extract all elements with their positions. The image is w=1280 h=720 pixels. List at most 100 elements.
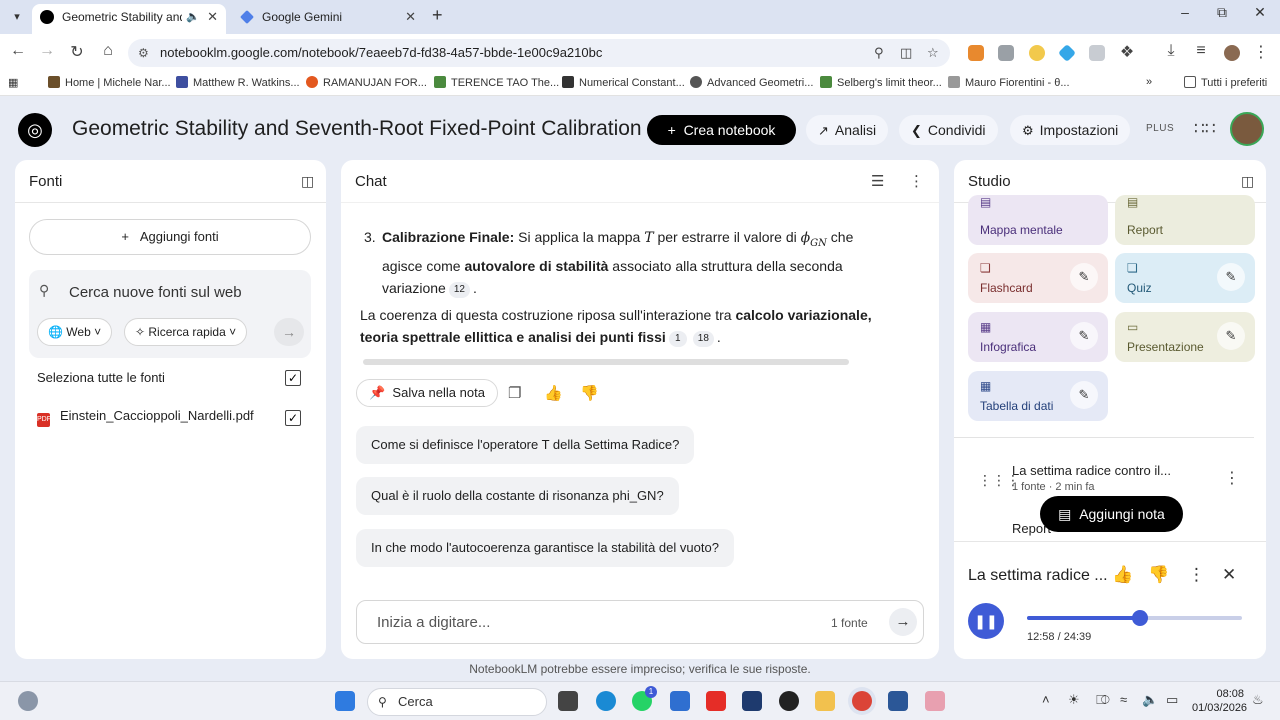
edit-pencil-icon[interactable]: ✎	[1070, 322, 1098, 350]
minimize-icon[interactable]: –	[1170, 4, 1200, 20]
windows-start-icon[interactable]	[335, 691, 355, 711]
notebooklm-logo-icon[interactable]: ◎	[18, 113, 52, 147]
file-explorer-icon[interactable]	[815, 691, 835, 711]
window-close-icon[interactable]: ✕	[1245, 4, 1275, 21]
notifications-bell-icon[interactable]: ♨	[1252, 692, 1264, 708]
bookmark-item[interactable]: Selberg's limit theor...	[820, 76, 942, 89]
bookmark-item[interactable]: TERENCE TAO The...	[434, 76, 559, 89]
avatar[interactable]	[1230, 112, 1264, 146]
tray-app-icon[interactable]: ☀	[1068, 692, 1080, 708]
extensions-puzzle-icon[interactable]: ❖	[1116, 42, 1138, 62]
chrome-icon[interactable]	[852, 691, 872, 711]
tile-infographic[interactable]: ▦ Infografica ✎	[968, 312, 1108, 362]
download-extension-icon[interactable]	[1089, 45, 1105, 61]
tile-mind-map[interactable]: ▤ Mappa mentale	[968, 195, 1108, 245]
add-sources-button[interactable]: + Aggiungi fonti	[29, 219, 311, 255]
tile-presentation[interactable]: ▭ Presentazione ✎	[1115, 312, 1255, 362]
save-to-note-button[interactable]: 📌 Salva nella nota	[356, 379, 498, 407]
store-icon[interactable]	[742, 691, 762, 711]
more-options-icon[interactable]: ⋮	[909, 172, 924, 190]
suggested-question[interactable]: Qual è il ruolo della costante di risona…	[356, 477, 679, 515]
thumbs-down-icon[interactable]: 👎	[1148, 565, 1169, 585]
bookmarks-overflow-icon[interactable]: »	[1146, 76, 1152, 88]
suggested-question[interactable]: In che modo l'autocoerenza garantisce la…	[356, 529, 734, 567]
collapse-panel-icon[interactable]: ◫	[1241, 173, 1254, 190]
microphone-icon[interactable]: ⎄	[1096, 692, 1110, 708]
word-icon[interactable]	[888, 691, 908, 711]
downloads-icon[interactable]: ⤓	[1160, 42, 1182, 60]
notebook-title[interactable]: Geometric Stability and Seventh-Root Fix…	[72, 117, 642, 141]
chat-input[interactable]: Inizia a digitare...	[377, 614, 490, 631]
chatgpt-icon[interactable]	[779, 691, 799, 711]
bookmark-star-icon[interactable]: ☆	[927, 39, 939, 67]
chat-input-box[interactable]: Inizia a digitare... 1 fonte →	[356, 600, 924, 644]
collapse-panel-icon[interactable]: ◫	[301, 173, 314, 190]
share-button[interactable]: ❮ Condividi	[899, 115, 998, 145]
citation-chip[interactable]: 1	[668, 331, 687, 347]
more-options-icon[interactable]: ⋮	[1224, 468, 1240, 488]
audio-overview-item[interactable]: ⋮⋮⋮ La settima radice contro il... 1 fon…	[968, 460, 1248, 500]
send-button[interactable]: →	[889, 608, 917, 636]
address-bar[interactable]: ⚙ notebooklm.google.com/notebook/7eaeeb7…	[128, 39, 950, 67]
tile-quiz[interactable]: ❏ Quiz ✎	[1115, 253, 1255, 303]
task-view-icon[interactable]	[558, 691, 578, 711]
settings-button[interactable]: ⚙ Impostazioni	[1010, 115, 1131, 145]
taskbar-search[interactable]: ⚲ Cerca	[367, 688, 547, 716]
tab-close-icon[interactable]: ✕	[207, 4, 218, 30]
horizontal-scrollbar[interactable]	[363, 359, 849, 365]
select-all-checkbox[interactable]: ✓	[285, 370, 301, 386]
google-apps-icon[interactable]: ∷∷	[1194, 119, 1216, 139]
copy-icon[interactable]: ❐	[508, 384, 521, 402]
edit-pencil-icon[interactable]: ✎	[1070, 263, 1098, 291]
close-icon[interactable]: ✕	[1222, 565, 1236, 585]
create-notebook-button[interactable]: + Crea notebook	[647, 115, 796, 145]
add-note-button[interactable]: ▤ Aggiungi nota	[1040, 496, 1183, 532]
extension-icon[interactable]	[968, 45, 984, 61]
volume-icon[interactable]: 🔈	[1142, 692, 1158, 708]
tab-list-chevron-icon[interactable]: ▾	[6, 7, 28, 27]
chat-settings-sliders-icon[interactable]: ☰	[871, 172, 884, 190]
forward-icon[interactable]: →	[36, 42, 58, 60]
zoom-icon[interactable]: ⚲	[874, 39, 884, 67]
site-info-icon[interactable]: ⚙	[138, 39, 149, 67]
tile-report[interactable]: ▤ Report	[1115, 195, 1255, 245]
web-source-dropdown[interactable]: 🌐 Web ˅	[37, 318, 113, 346]
analisi-button[interactable]: ↗ Analisi	[806, 115, 889, 145]
bookmark-item[interactable]: Numerical Constant...	[562, 76, 685, 89]
tile-flashcard[interactable]: ❏ Flashcard ✎	[968, 253, 1108, 303]
tile-data-table[interactable]: ▦ Tabella di dati ✎	[968, 371, 1108, 421]
edit-pencil-icon[interactable]: ✎	[1070, 381, 1098, 409]
edit-pencil-icon[interactable]: ✎	[1217, 322, 1245, 350]
audio-playing-icon[interactable]: 🔈	[186, 4, 200, 30]
search-submit-button[interactable]: →	[274, 318, 304, 346]
tab-gemini[interactable]: Google Gemini ✕	[232, 4, 424, 34]
media-control-icon[interactable]: ≡	[1190, 42, 1212, 60]
camera-extension-icon[interactable]	[998, 45, 1014, 61]
new-tab-icon[interactable]: +	[432, 5, 443, 26]
bookmark-item[interactable]: RAMANUJAN FOR...	[306, 76, 427, 89]
progress-knob[interactable]	[1132, 610, 1149, 626]
widgets-icon[interactable]	[18, 691, 38, 711]
home-icon[interactable]: ⌂	[97, 42, 119, 60]
bookmark-item[interactable]: Advanced Geometri...	[690, 76, 813, 89]
back-icon[interactable]: ←	[7, 42, 29, 60]
youtube-icon[interactable]	[706, 691, 726, 711]
apps-grid-icon[interactable]: ▦	[8, 76, 18, 89]
suggested-question[interactable]: Come si definisce l'operatore T della Se…	[356, 426, 695, 464]
citation-chip[interactable]: 12	[448, 281, 470, 298]
reload-icon[interactable]: ↻	[66, 42, 88, 62]
source-item[interactable]: PDF Einstein_Caccioppoli_Nardelli.pdf	[37, 408, 254, 427]
wifi-icon[interactable]: ≈	[1120, 692, 1127, 707]
edge-icon[interactable]	[596, 691, 616, 711]
extension-icon[interactable]	[1029, 45, 1045, 61]
system-clock[interactable]: 08:08 01/03/2026	[1192, 687, 1247, 715]
source-checkbox[interactable]: ✓	[285, 410, 301, 426]
research-mode-dropdown[interactable]: ✧ Ricerca rapida ˅	[124, 318, 248, 346]
battery-icon[interactable]: ▭	[1166, 692, 1178, 708]
more-options-icon[interactable]: ⋮	[1188, 565, 1205, 585]
all-bookmarks-folder[interactable]: Tutti i preferiti	[1184, 76, 1267, 89]
snipping-tool-icon[interactable]	[925, 691, 945, 711]
tab-notebooklm[interactable]: Geometric Stability and Sev 🔈 ✕	[32, 4, 226, 34]
install-app-icon[interactable]: ◫	[900, 39, 912, 67]
thumbs-up-icon[interactable]: 👍	[1112, 565, 1133, 585]
